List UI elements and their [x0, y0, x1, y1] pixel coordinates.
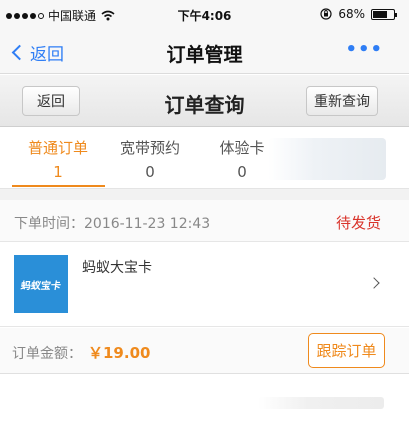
battery-icon	[371, 8, 397, 20]
order-amount-value: ￥19.00	[88, 344, 151, 362]
nav-back-button[interactable]: 返回	[11, 40, 64, 65]
battery-info: 68%	[320, 7, 397, 21]
track-order-button[interactable]: 跟踪订单	[308, 333, 385, 368]
tab-broadband-booking[interactable]: 宽带预约 0	[104, 128, 196, 188]
blurred-bottom-area	[258, 397, 384, 409]
battery-percent: 68%	[338, 7, 365, 21]
tab-count: 0	[145, 163, 155, 181]
blurred-tab-area	[268, 138, 386, 180]
orientation-lock-icon	[320, 8, 332, 20]
order-header: 下单时间：2016-11-23 12:43 待发货	[0, 200, 409, 242]
product-thumbnail-text: 蚂蚁宝卡	[19, 280, 62, 292]
active-tab-indicator	[12, 185, 105, 187]
order-item-row[interactable]: 蚂蚁宝卡 蚂蚁大宝卡	[0, 243, 409, 327]
requery-button[interactable]: 重新查询	[306, 86, 378, 116]
more-options-button[interactable]: •••	[345, 39, 383, 60]
chevron-right-icon	[368, 277, 380, 289]
product-name: 蚂蚁大宝卡	[82, 260, 152, 276]
tab-label: 宽带预约	[119, 139, 180, 157]
battery-level	[373, 10, 387, 18]
nav-back-label: 返回	[30, 45, 64, 65]
chevron-left-icon	[11, 44, 28, 61]
section-divider	[0, 188, 409, 200]
order-amount-label: 订单金额：	[12, 346, 82, 362]
order-time: 下单时间：2016-11-23 12:43	[14, 216, 211, 232]
order-footer: 订单金额： ￥19.00 跟踪订单	[0, 328, 409, 374]
product-thumbnail: 蚂蚁宝卡	[14, 255, 68, 313]
tab-label: 普通订单	[27, 139, 88, 157]
tab-normal-orders[interactable]: 普通订单 1	[12, 128, 104, 188]
status-bar: 中国联通 下午4:06 68%	[0, 0, 409, 28]
order-status-badge: 待发货	[335, 214, 381, 232]
tab-count: 1	[53, 163, 63, 181]
sub-back-button[interactable]: 返回	[22, 86, 80, 116]
nav-bar: 返回 订单管理 •••	[0, 28, 409, 74]
sub-header: 返回 订单查询 重新查询	[0, 75, 409, 127]
